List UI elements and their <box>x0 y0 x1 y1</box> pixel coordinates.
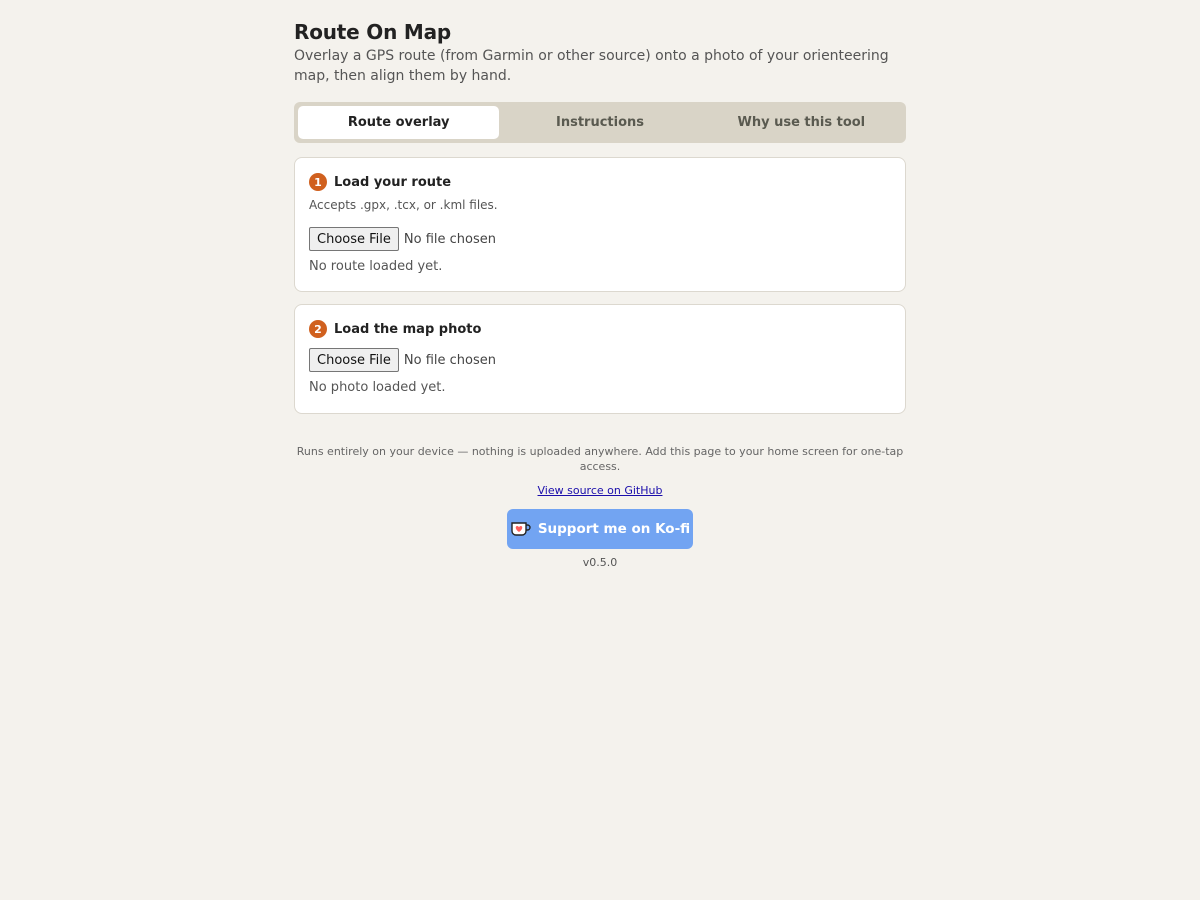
photo-file-input: Choose File No file chosen <box>309 348 496 372</box>
photo-file-status: No file chosen <box>403 352 496 368</box>
tab-route-overlay[interactable]: Route overlay <box>298 106 500 139</box>
kofi-button[interactable]: Support me on Ko-fi <box>507 509 693 549</box>
route-file-hint: Accepts .gpx, .tcx, or .kml files. <box>309 198 498 212</box>
photo-card-title: Load the map photo <box>334 321 482 337</box>
route-file-input: Choose File No file chosen <box>309 227 496 251</box>
privacy-note: Runs entirely on your device — nothing i… <box>296 445 904 473</box>
step-badge: 2 <box>309 320 327 338</box>
photo-card-header: 2 Load the map photo <box>309 320 481 338</box>
tab-why-use-this-tool[interactable]: Why use this tool <box>701 106 902 139</box>
route-file-status: No file chosen <box>403 231 496 247</box>
route-card: 1 Load your route Accepts .gpx, .tcx, or… <box>294 157 906 292</box>
kofi-label: Support me on Ko-fi <box>537 521 691 537</box>
step-badge: 1 <box>309 173 327 191</box>
page-title: Route On Map <box>294 20 451 44</box>
page-subtitle: Overlay a GPS route (from Garmin or othe… <box>294 48 889 84</box>
route-card-header: 1 Load your route <box>309 173 451 191</box>
route-choose-file-button[interactable]: Choose File <box>309 227 399 251</box>
photo-card: 2 Load the map photo Choose File No file… <box>294 304 906 414</box>
source-link-row: View source on GitHub <box>294 484 906 497</box>
route-status: No route loaded yet. <box>309 259 443 274</box>
tab-instructions[interactable]: Instructions <box>499 106 700 139</box>
version-label: v0.5.0 <box>582 556 618 569</box>
route-card-title: Load your route <box>334 174 452 190</box>
coffee-cup-icon <box>511 522 531 536</box>
tab-bar: Route overlay Instructions Why use this … <box>294 102 906 143</box>
github-source-link[interactable]: View source on GitHub <box>538 484 663 497</box>
photo-status: No photo loaded yet. <box>309 380 446 395</box>
photo-choose-file-button[interactable]: Choose File <box>309 348 399 372</box>
